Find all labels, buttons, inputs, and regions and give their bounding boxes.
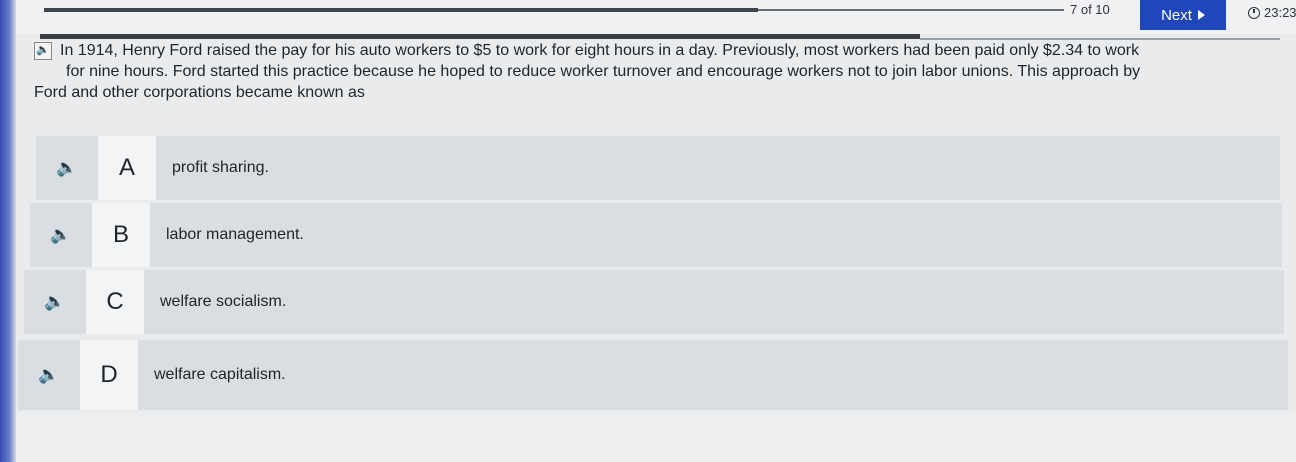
option-c[interactable]: 🔈 C welfare socialism. — [24, 270, 1284, 334]
question-line-1: In 1914, Henry Ford raised the pay for h… — [60, 42, 1140, 59]
option-d-audio-icon[interactable]: 🔈 — [18, 365, 80, 385]
play-icon — [1197, 10, 1205, 20]
option-a[interactable]: 🔈 A profit sharing. — [36, 136, 1280, 200]
footer-area — [16, 412, 1296, 462]
option-c-letter: C — [86, 270, 144, 334]
option-b-audio-icon[interactable]: 🔈 — [30, 225, 92, 245]
question-stem: 🔈 In 1914, Henry Ford raised the pay for… — [34, 40, 1274, 103]
progress-bar — [44, 8, 1064, 12]
question-line-2: for nine hours. Ford started this practi… — [66, 63, 1141, 80]
option-d-text: welfare capitalism. — [154, 366, 286, 383]
option-b-text: labor management. — [166, 226, 304, 243]
timer: 23:23 — [1248, 5, 1296, 20]
option-b[interactable]: 🔈 B labor management. — [30, 203, 1282, 267]
option-d[interactable]: 🔈 D welfare capitalism. — [18, 340, 1288, 410]
question-counter: 7 of 10 — [1070, 2, 1110, 17]
progress-fill — [44, 8, 758, 12]
clock-icon — [1248, 6, 1260, 19]
next-label: Next — [1161, 6, 1192, 24]
option-a-audio-icon[interactable]: 🔈 — [36, 158, 98, 178]
next-button[interactable]: Next — [1140, 0, 1226, 30]
question-audio-icon[interactable]: 🔈 — [34, 41, 52, 60]
option-a-letter: A — [98, 136, 156, 200]
option-c-audio-icon[interactable]: 🔈 — [24, 292, 86, 312]
timer-value: 23:23 — [1264, 5, 1296, 20]
option-a-text: profit sharing. — [172, 159, 269, 176]
top-bar: 7 of 10 Next 23:23 — [16, 0, 1296, 34]
option-d-letter: D — [80, 340, 138, 410]
question-line-3: Ford and other corporations became known… — [34, 84, 365, 101]
left-edge-bar — [0, 0, 16, 462]
option-b-letter: B — [92, 203, 150, 267]
option-c-text: welfare socialism. — [160, 293, 287, 310]
divider — [40, 34, 920, 39]
